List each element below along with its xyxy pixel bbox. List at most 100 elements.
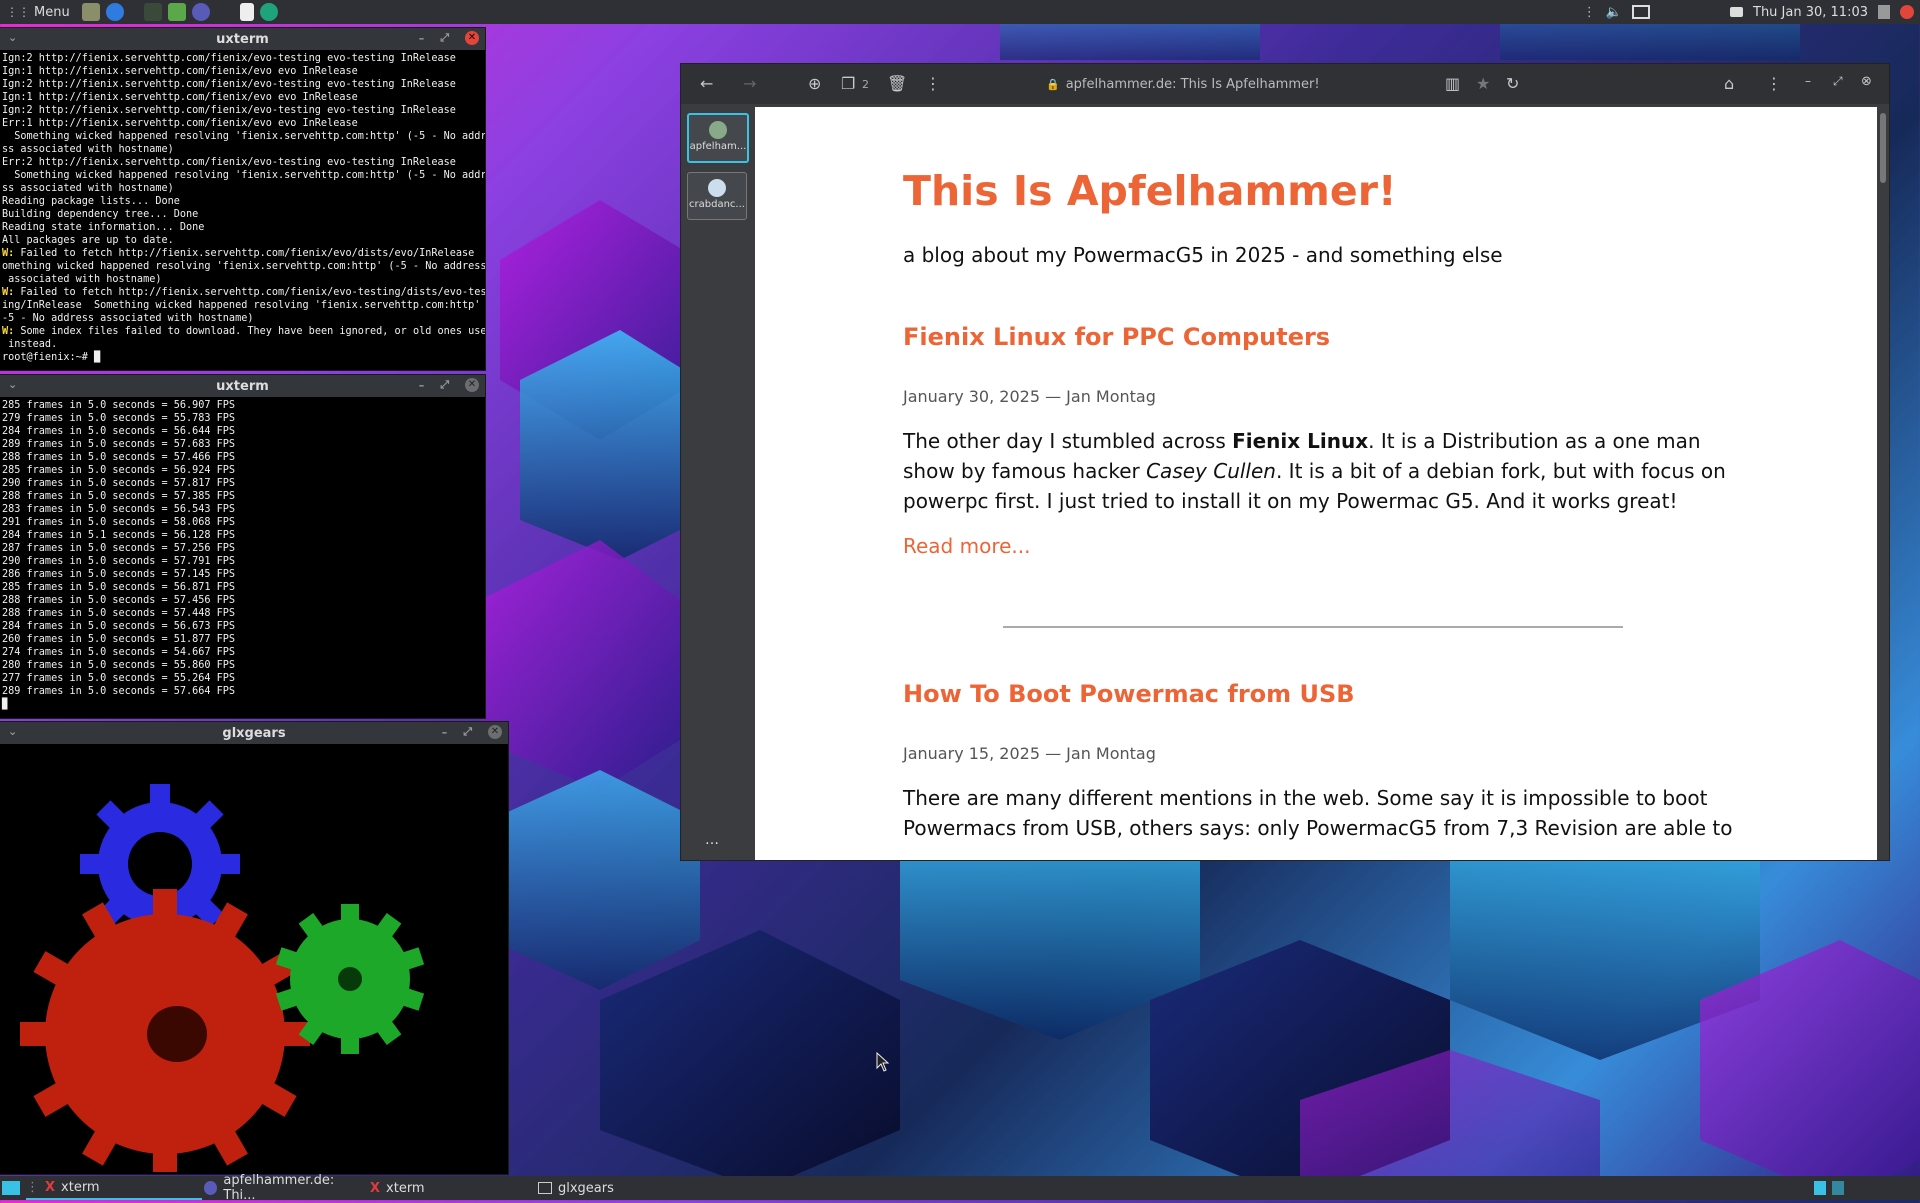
firefox-launcher-icon[interactable] [105, 3, 124, 21]
terminal-line: 290 frames in 5.0 seconds = 57.791 FPS [2, 556, 236, 567]
notification-icon[interactable] [1730, 7, 1743, 17]
minimize-icon[interactable]: – [442, 726, 448, 739]
blog-subtitle: a blog about my PowermacG5 in 2025 - and… [903, 243, 1503, 267]
user-icon[interactable] [1878, 5, 1890, 19]
post-title[interactable]: How To Boot Powermac from USB [903, 680, 1733, 708]
terminal-line: 286 frames in 5.0 seconds = 57.145 FPS [2, 569, 236, 580]
reload-icon[interactable]: ↻ [1506, 74, 1519, 93]
menu-button[interactable]: ⋮⋮ Menu [0, 0, 76, 24]
maximize-icon[interactable]: ⤢ [440, 31, 449, 45]
terminal-line: All packages are up to date. [2, 234, 483, 247]
glxgears-window[interactable]: ⌄ glxgears – ⤢ ✕ [0, 722, 508, 1179]
taskbar: ⋮ X xterm apfelhammer.de: Thi... X xterm… [0, 1173, 1920, 1203]
terminal-text: Reading state information... Done [2, 222, 205, 233]
taskbar-item-xterm-1[interactable]: ⋮ X xterm [26, 1176, 202, 1200]
display-icon[interactable] [1632, 5, 1650, 19]
terminal-launcher-icon[interactable] [143, 3, 162, 21]
scrollbar-thumb[interactable] [1880, 113, 1886, 183]
terminal-line: root@fienix:~# █ [2, 351, 483, 364]
xterm-window-fps[interactable]: ⌄ uxterm – ⤢ ✕ 285 frames in 5.0 seconds… [0, 375, 485, 718]
warning-prefix: W: [2, 248, 15, 259]
maximize-icon[interactable]: ⤢ [463, 725, 472, 739]
page-scrollbar[interactable] [1877, 107, 1889, 860]
overflow-menu-icon[interactable]: ⋮ [1766, 74, 1782, 93]
window-menu-icon[interactable]: ⌄ [8, 378, 17, 391]
terminal-line: 277 frames in 5.0 seconds = 55.264 FPS [2, 673, 236, 684]
terminal-text: Ign:2 http://fienix.servehttp.com/fienix… [2, 53, 456, 64]
new-tab-icon[interactable]: ⊕ [808, 74, 821, 93]
close-icon[interactable]: ⊗ [1861, 74, 1872, 89]
maximize-icon[interactable]: ⤢ [1833, 74, 1843, 89]
terminal-line: 284 frames in 5.1 seconds = 56.128 FPS [2, 530, 236, 541]
terminal-output[interactable]: 285 frames in 5.0 seconds = 56.907 FPS 27… [0, 397, 485, 713]
terminal-line: 288 frames in 5.0 seconds = 57.456 FPS [2, 595, 236, 606]
maximize-icon[interactable]: ⤢ [440, 378, 449, 392]
clock[interactable]: Thu Jan 30, 11:03 [1753, 5, 1868, 20]
power-icon[interactable] [1900, 5, 1914, 19]
minimize-icon[interactable]: – [419, 32, 425, 45]
reader-view-icon[interactable]: ▥ [1445, 74, 1460, 93]
tabs-icon[interactable]: ❐ [841, 74, 855, 93]
update-manager-icon[interactable] [259, 3, 278, 21]
terminal-line: 279 frames in 5.0 seconds = 55.783 FPS [2, 413, 236, 424]
xterm-titlebar[interactable]: ⌄ uxterm – ⤢ ✕ [0, 375, 485, 397]
minimize-icon[interactable]: – [419, 379, 425, 392]
file-manager-launcher-icon[interactable] [81, 3, 100, 21]
close-icon[interactable]: ✕ [465, 378, 479, 392]
taskbar-item-xterm-2[interactable]: X xterm [370, 1176, 530, 1200]
tab-thumbnail-crabdance[interactable]: crabdanc... [687, 172, 747, 220]
terminal-text: Something wicked happened resolving 'fie… [2, 131, 485, 142]
close-icon[interactable]: ✕ [465, 31, 479, 45]
menu-dots-icon[interactable]: ⋮ [925, 74, 941, 93]
home-icon[interactable]: ⌂ [1724, 74, 1734, 93]
show-desktop-button[interactable] [0, 1176, 22, 1200]
workspace-icon [1832, 1181, 1844, 1195]
terminal-text: ing/InRelease Something wicked happened … [2, 300, 485, 311]
terminal-output[interactable]: Ign:2 http://fienix.servehttp.com/fienix… [0, 50, 485, 366]
post-text: The other day I stumbled across [903, 429, 1233, 453]
web-content[interactable]: This Is Apfelhammer! a blog about my Pow… [755, 107, 1877, 860]
tray-menu-icon[interactable]: ⋮ [1583, 5, 1596, 20]
read-more-link[interactable]: Read more... [903, 534, 1733, 558]
bookmark-star-icon[interactable]: ★ [1476, 74, 1490, 93]
terminal-text: instead. [2, 339, 58, 350]
terminal-text: Err:2 http://fienix.servehttp.com/fienix… [2, 157, 456, 168]
close-icon[interactable]: ✕ [488, 725, 502, 739]
back-icon[interactable]: ← [700, 74, 713, 93]
terminal-line: Err:2 http://fienix.servehttp.com/fienix… [2, 156, 483, 169]
blog-title[interactable]: This Is Apfelhammer! [903, 167, 1733, 215]
xterm-titlebar[interactable]: ⌄ uxterm – ⤢ ✕ [0, 28, 485, 50]
minimize-icon[interactable]: – [1805, 74, 1811, 88]
browser-window[interactable]: ← → ⊕ ❐ 2 🗑 ⋮ 🔒 apfelhammer.de: This Is … [681, 64, 1889, 860]
terminal-text: Ign:1 http://fienix.servehttp.com/fienix… [2, 92, 358, 103]
top-panel: ⋮⋮ Menu ⋮ 🔈 Thu Jan 30, 11:03 [0, 0, 1920, 24]
terminal-line: 284 frames in 5.0 seconds = 56.673 FPS [2, 621, 236, 632]
terminal-line: 285 frames in 5.0 seconds = 56.871 FPS [2, 582, 236, 593]
taskbar-label: xterm [61, 1179, 100, 1195]
glxgears-titlebar[interactable]: ⌄ glxgears – ⤢ ✕ [0, 722, 508, 744]
terminal-line: 288 frames in 5.0 seconds = 57.466 FPS [2, 452, 236, 463]
folder-launcher-icon[interactable] [167, 3, 186, 21]
more-tabs-button[interactable]: … [705, 832, 719, 848]
window-icon [538, 1182, 552, 1194]
volume-icon[interactable]: 🔈 [1606, 5, 1622, 20]
terminal-line: Ign:1 http://fienix.servehttp.com/fienix… [2, 65, 483, 78]
document-launcher-icon[interactable] [239, 3, 254, 21]
tab-thumbnail-apfelhammer[interactable]: apfelham... [687, 113, 749, 163]
terminal-text: Ign:2 http://fienix.servehttp.com/fienix… [2, 79, 456, 90]
trash-icon[interactable]: 🗑 [887, 74, 907, 93]
browser-launcher-icon[interactable] [191, 3, 210, 21]
taskbar-item-browser[interactable]: apfelhammer.de: Thi... [204, 1173, 364, 1203]
taskbar-item-glxgears[interactable]: glxgears [538, 1176, 698, 1200]
site-favicon-icon [708, 179, 726, 197]
address-text: apfelhammer.de: This Is Apfelhammer! [1065, 76, 1320, 92]
window-menu-icon[interactable]: ⌄ [8, 31, 17, 44]
forward-icon[interactable]: → [743, 74, 756, 93]
post-meta: January 30, 2025 — Jan Montag [903, 387, 1156, 406]
workspace-switcher[interactable] [1814, 1176, 1844, 1200]
post-bold-text: Fienix Linux [1232, 429, 1369, 453]
post-title[interactable]: Fienix Linux for PPC Computers [903, 323, 1733, 351]
window-menu-icon[interactable]: ⌄ [8, 725, 17, 738]
xterm-window-apt[interactable]: ⌄ uxterm – ⤢ ✕ Ign:2 http://fienix.serve… [0, 28, 485, 370]
terminal-text: Something wicked happened resolving 'fie… [2, 170, 485, 181]
